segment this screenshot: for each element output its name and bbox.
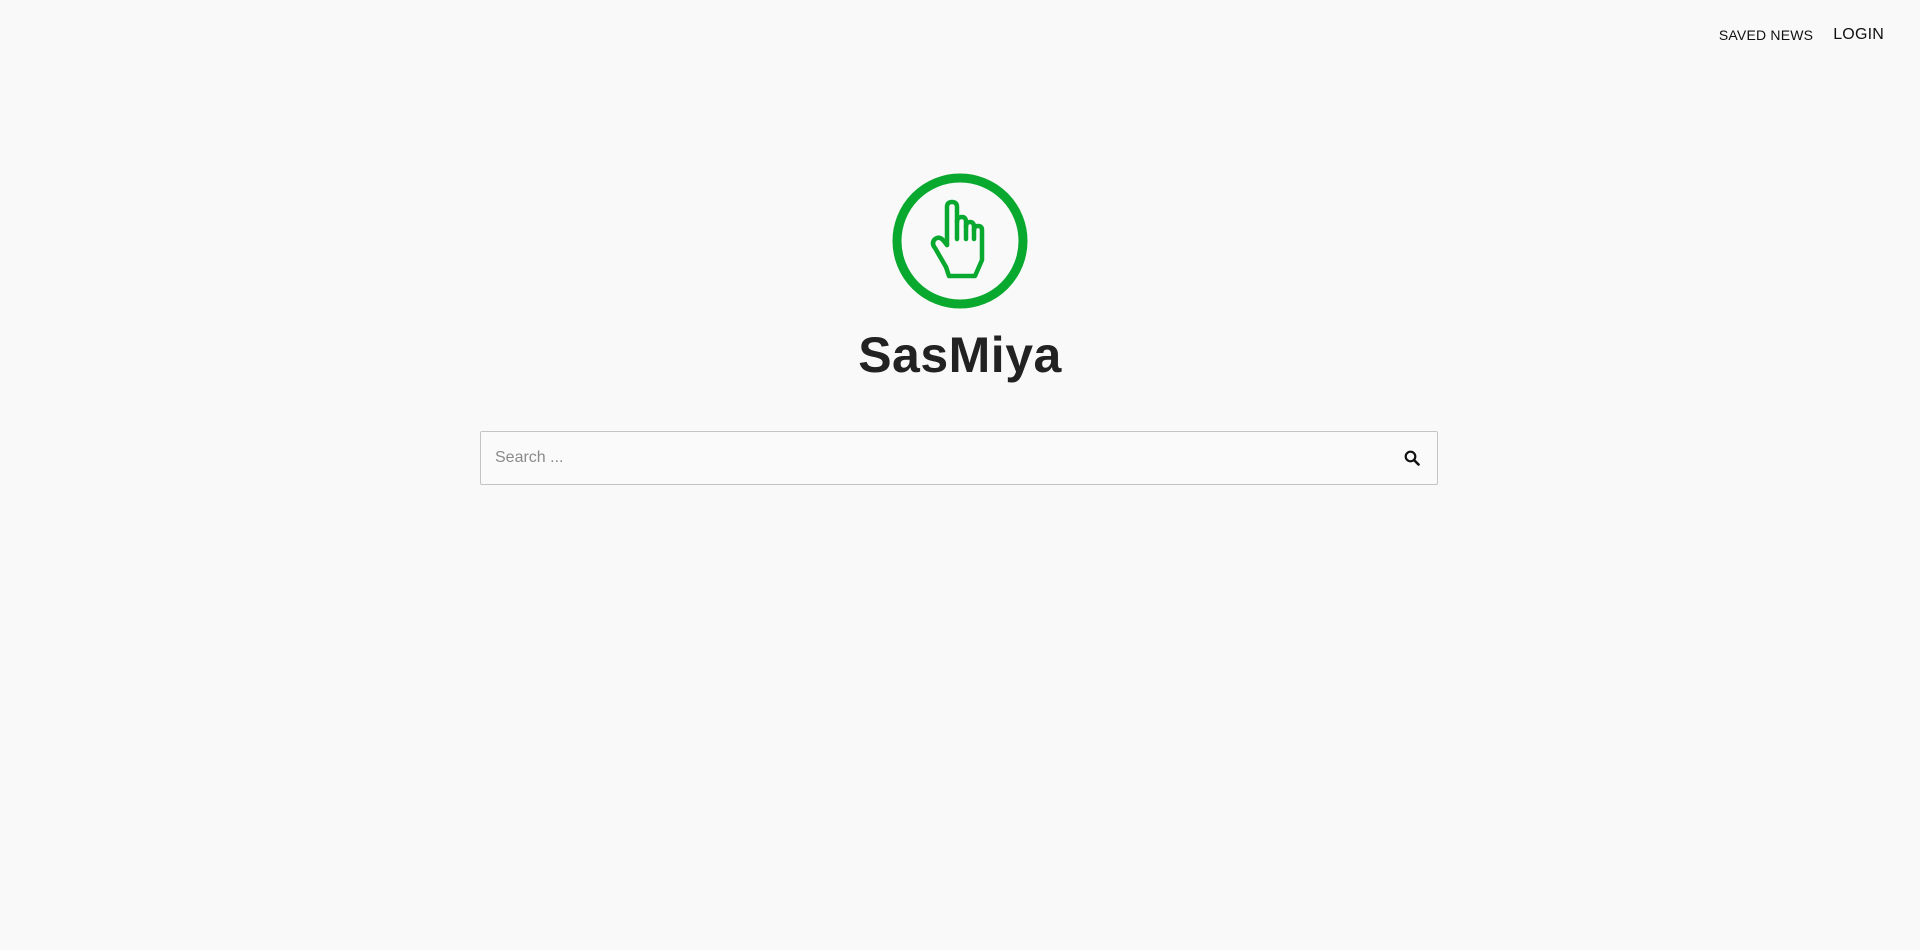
saved-news-link[interactable]: SAVED NEWS — [1719, 27, 1813, 43]
search-icon — [1404, 450, 1420, 466]
hero: SasMiya — [0, 172, 1920, 380]
brand-name: SasMiya — [858, 327, 1062, 383]
search-box — [480, 431, 1438, 485]
top-nav: SAVED NEWS LOGIN — [1719, 26, 1884, 45]
search-button[interactable] — [1387, 432, 1437, 484]
login-link[interactable]: LOGIN — [1833, 26, 1884, 44]
pointing-hand-icon — [892, 173, 1028, 309]
search-input[interactable] — [481, 432, 1387, 484]
